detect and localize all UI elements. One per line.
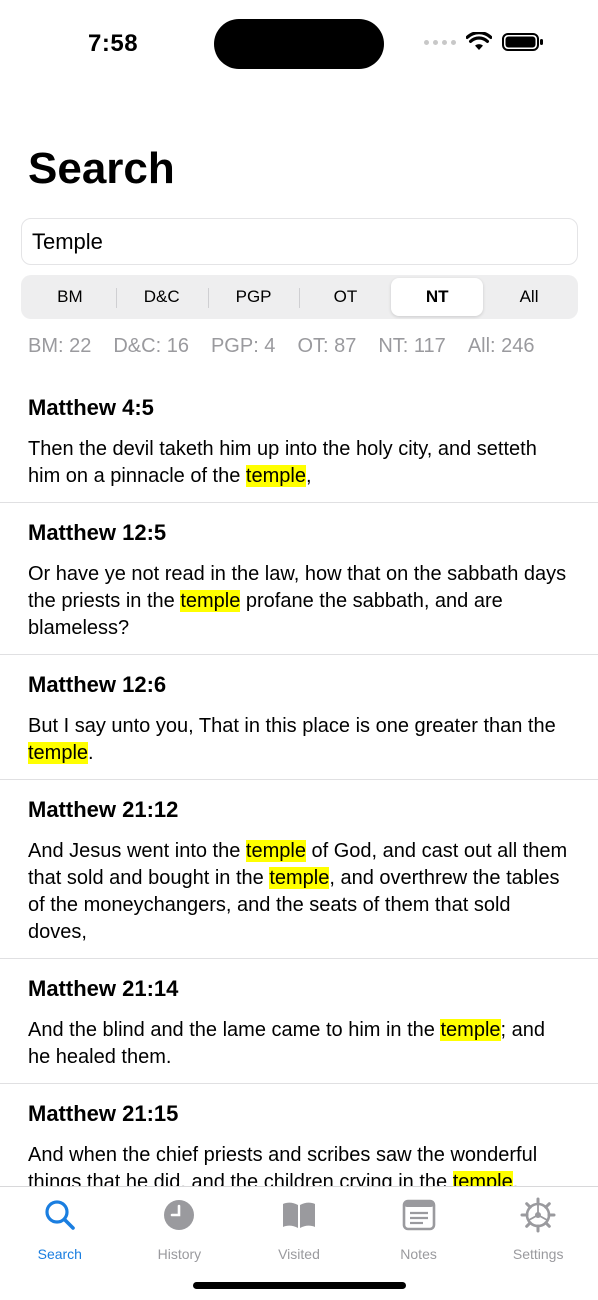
highlighted-term: temple <box>180 590 241 612</box>
segment-ot[interactable]: OT <box>299 278 391 316</box>
signal-dots-icon <box>424 39 456 45</box>
result-item[interactable]: Matthew 21:12 And Jesus went into the tem… <box>0 780 598 959</box>
count-label: NT: 117 <box>378 335 446 357</box>
verse-reference: Matthew 21:12 <box>28 797 179 822</box>
highlighted-term: temple <box>440 1019 501 1041</box>
verse-reference: Matthew 12:6 <box>28 672 167 697</box>
search-icon <box>42 1197 78 1238</box>
tab-settings[interactable]: Settings <box>478 1187 598 1300</box>
screen: 7:58 Search BMD&CPGPOTNTAll BM: 22 D&C: 1… <box>0 0 598 1300</box>
verse-text: And the blind and the lame came to him i… <box>28 1017 570 1071</box>
verse-text-segment: And the blind and the lame came to him i… <box>28 1019 441 1041</box>
result-item[interactable]: Matthew 4:5 Then the devil taketh him up … <box>0 378 598 503</box>
verse-reference: Matthew 12:5 <box>28 520 167 545</box>
segment-bm[interactable]: BM <box>24 278 116 316</box>
count-label: PGP: 4 <box>210 335 276 357</box>
status-time: 7:58 <box>88 30 139 57</box>
tab-label: Notes <box>400 1246 437 1262</box>
verse-text: But I say unto you, That in this place i… <box>28 713 570 767</box>
verse-text-segment: , <box>512 1171 519 1186</box>
verse-text-segment: But I say unto you, That in this place i… <box>28 715 556 737</box>
search-input[interactable] <box>21 218 578 265</box>
count-label: OT: 87 <box>297 335 357 357</box>
battery-icon <box>502 33 543 51</box>
verse-reference: Matthew 4:5 <box>28 395 154 420</box>
count-label: All: 246 <box>467 335 535 357</box>
result-counts: BM: 22 D&C: 16 PGP: 4 OT: 87 NT: 117 All: 246 <box>28 335 535 358</box>
tab-search[interactable]: Search <box>0 1187 120 1300</box>
clock-icon <box>161 1197 197 1238</box>
count-label: D&C: 16 <box>113 335 189 357</box>
result-item[interactable]: Matthew 12:6 But I say unto you, That in … <box>0 655 598 780</box>
verse-text: And Jesus went into the temple of God, a… <box>28 838 570 946</box>
segment-nt[interactable]: NT <box>391 278 484 316</box>
tab-label: History <box>157 1246 202 1262</box>
verse-text: Or have ye not read in the law, how that… <box>28 561 570 642</box>
result-item[interactable]: Matthew 12:5 Or have ye not read in the l… <box>0 503 598 655</box>
page-title: Search <box>28 144 175 193</box>
book-icon <box>281 1197 317 1238</box>
segment-all[interactable]: All <box>483 278 575 316</box>
home-indicator <box>193 1282 406 1289</box>
dynamic-island <box>214 19 384 69</box>
highlighted-term: temple <box>28 742 89 764</box>
verse-text-segment: And Jesus went into the <box>28 840 246 862</box>
status-icons <box>424 32 544 52</box>
verse-text: Then the devil taketh him up into the ho… <box>28 436 570 490</box>
segment-pgp[interactable]: PGP <box>207 278 300 316</box>
status-bar: 7:58 <box>0 0 598 90</box>
gear-icon <box>520 1197 556 1238</box>
verse-text: And when the chief priests and scribes s… <box>28 1142 570 1186</box>
notes-icon <box>401 1197 437 1238</box>
verse-reference: Matthew 21:15 <box>28 1101 179 1126</box>
highlighted-term: temple <box>245 465 306 487</box>
result-item[interactable]: Matthew 21:14 And the blind and the lame … <box>0 959 598 1084</box>
highlighted-term: temple <box>269 867 330 889</box>
tab-label: Settings <box>512 1246 564 1262</box>
verse-reference: Matthew 21:14 <box>28 976 179 1001</box>
tab-label: Search <box>37 1246 82 1262</box>
highlighted-term: temple <box>245 840 306 862</box>
highlighted-term: temple <box>452 1171 513 1186</box>
results-list[interactable]: Matthew 4:5 Then the devil taketh him up … <box>0 378 598 1186</box>
result-item[interactable]: Matthew 21:15 And when the chief priests … <box>0 1084 598 1186</box>
verse-text-segment: . <box>88 742 94 764</box>
collection-segmented-control: BM D&C PGP OT NT All <box>21 275 578 319</box>
tab-label: Visited <box>278 1246 320 1262</box>
segment-dc[interactable]: D&C <box>115 278 208 316</box>
verse-text-segment: , <box>305 465 312 487</box>
count-label: BM: 22 <box>28 335 92 357</box>
wifi-icon <box>466 32 492 50</box>
